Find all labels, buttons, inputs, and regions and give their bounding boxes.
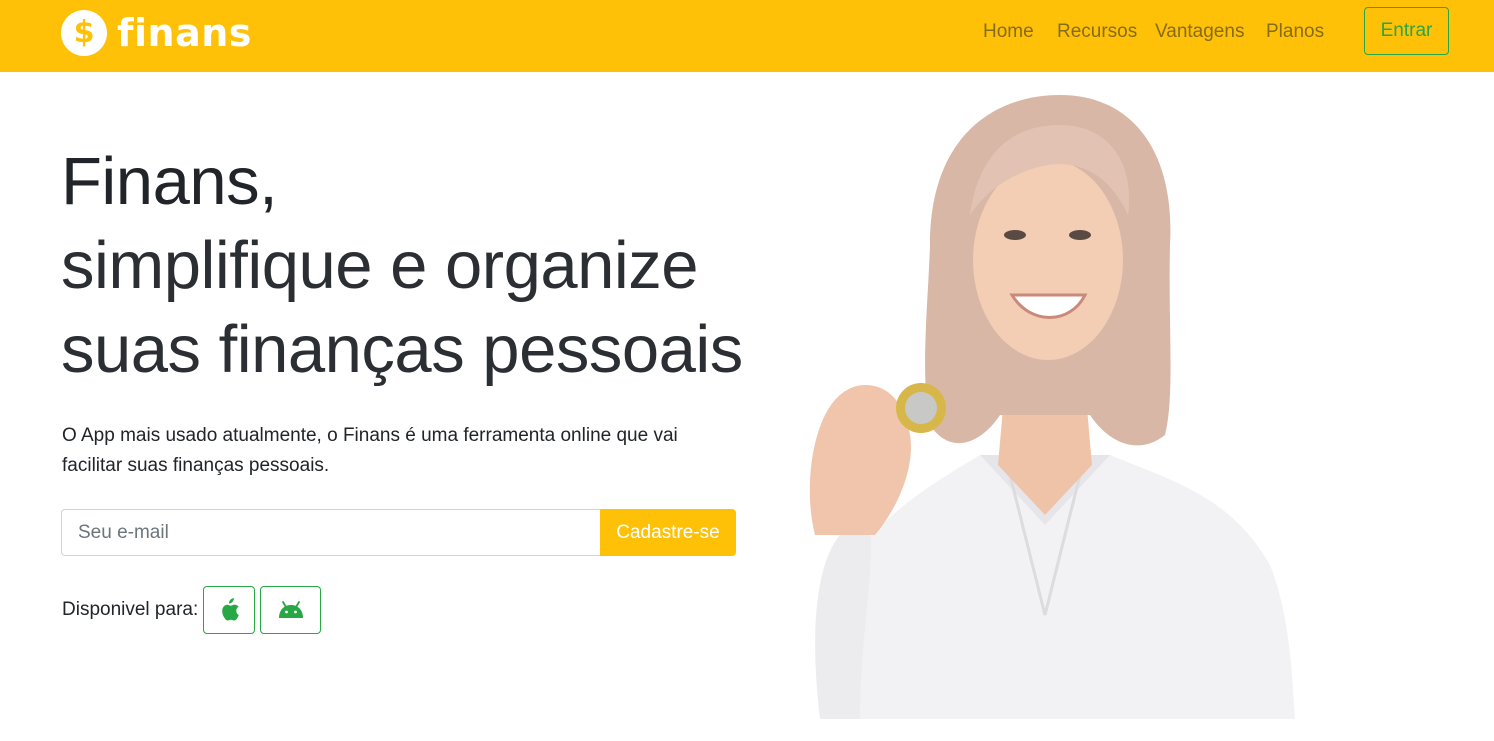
navbar: $ finans Home Recursos Vantagens Planos … (0, 0, 1494, 72)
login-button[interactable]: Entrar (1364, 7, 1449, 55)
hero-title: Finans, simplifique e organize suas fina… (61, 140, 743, 392)
dollar-coin-icon: $ (61, 10, 107, 56)
nav-link-planos[interactable]: Planos (1266, 21, 1324, 43)
android-store-button[interactable] (260, 586, 322, 634)
nav-link-recursos[interactable]: Recursos (1057, 21, 1137, 43)
brand-icon-symbol: $ (73, 15, 95, 50)
hero-title-line1: Finans, (61, 144, 278, 219)
available-platforms: Disponivel para: (62, 586, 326, 634)
hero-woman-image (809, 95, 1295, 719)
signup-form: Cadastre-se (61, 509, 736, 556)
signup-button[interactable]: Cadastre-se (600, 509, 736, 556)
hero-lead-text: O App mais usado atualmente, o Finans é … (62, 425, 678, 476)
brand-name: finans (117, 11, 252, 55)
available-label: Disponivel para: (62, 599, 199, 620)
hero-title-line3: suas finanças pessoais (61, 312, 743, 387)
apple-icon (222, 598, 240, 621)
android-icon (278, 601, 303, 618)
email-input[interactable] (61, 509, 600, 556)
brand-logo[interactable]: $ finans (61, 10, 252, 56)
nav-link-vantagens[interactable]: Vantagens (1155, 21, 1244, 43)
nav-link-home[interactable]: Home (983, 21, 1034, 43)
apple-store-button[interactable] (203, 586, 256, 634)
hero-title-line2: simplifique e organize (61, 228, 699, 303)
